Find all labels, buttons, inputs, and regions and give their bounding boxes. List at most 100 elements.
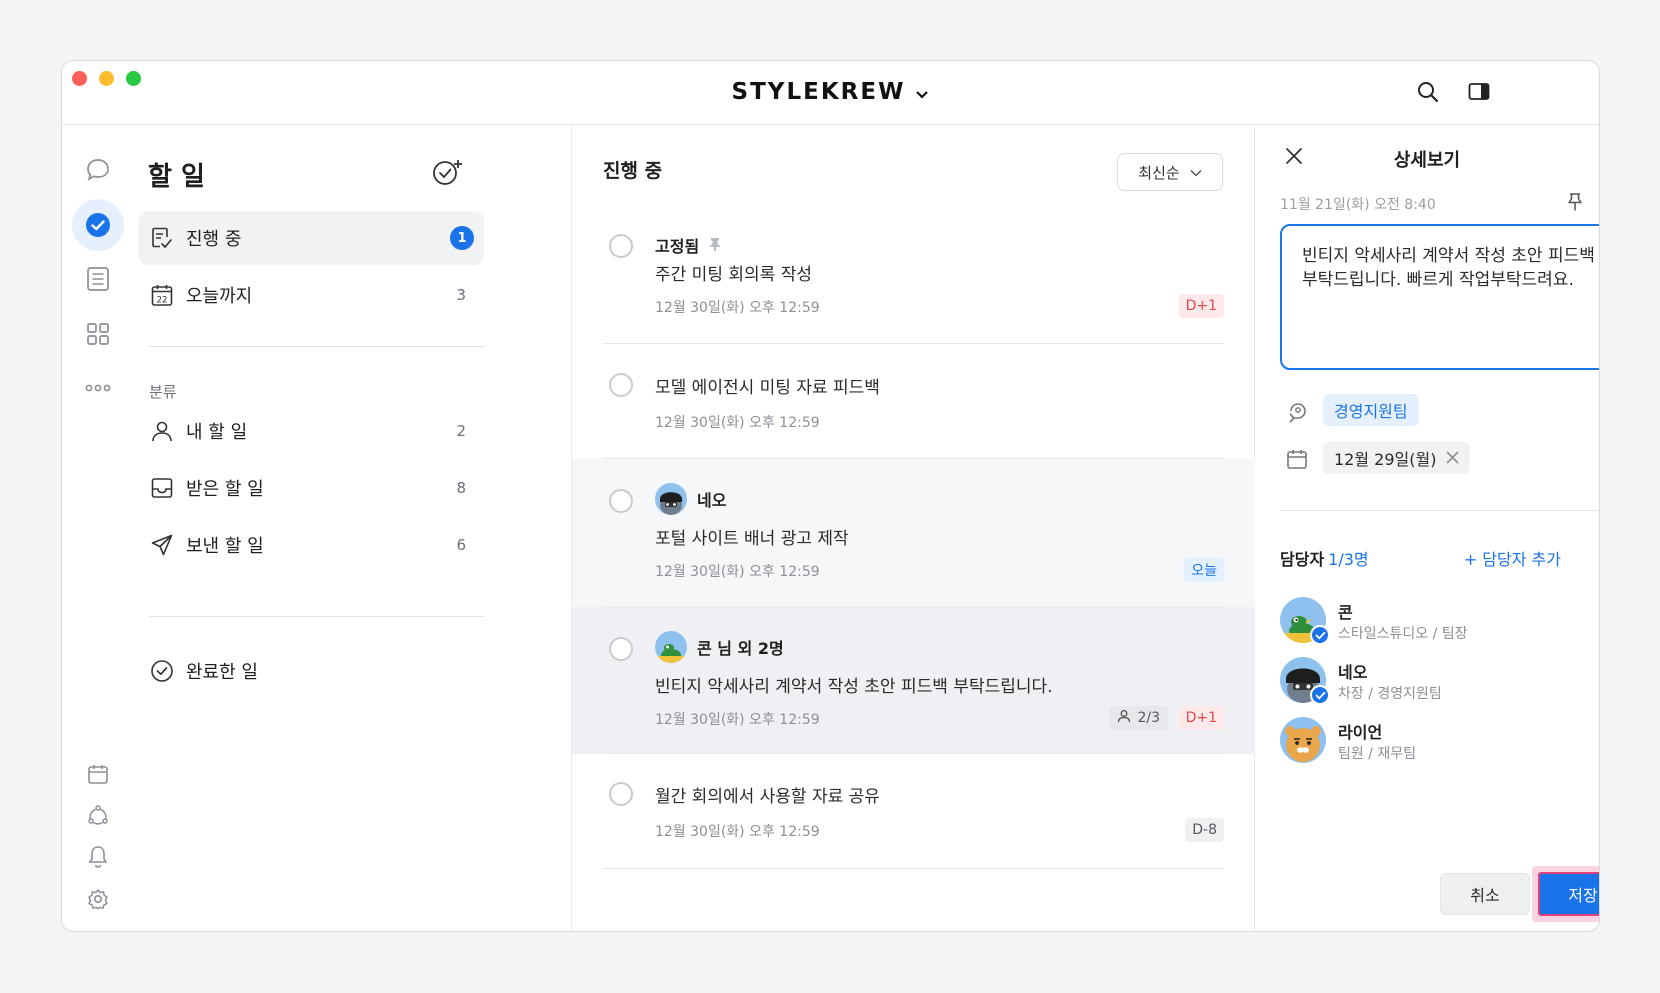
send-icon (150, 533, 174, 557)
list-title: 진행 중 (603, 160, 663, 182)
assignee-item[interactable]: 콘 스타일스튜디오 / 팀장 (1280, 597, 1599, 647)
assignee-item[interactable]: 라이언 팀원 / 재무팀 (1280, 717, 1599, 767)
inbox-icon (150, 476, 174, 500)
ryan-avatar (1280, 717, 1326, 763)
sort-dropdown[interactable]: 최신순 (1117, 153, 1223, 191)
calendar-icon[interactable] (82, 758, 114, 790)
assignee-item[interactable]: 네오 차장 / 경영지원팀 (1280, 657, 1599, 707)
nav-item-my-todos[interactable]: 내 할 일 2 (138, 404, 484, 458)
checklist-icon (150, 226, 174, 250)
user-icon (150, 419, 174, 443)
task-item[interactable]: 고정됨 주간 미팅 회의록 작성 12월 30일(화) 오후 12:59 D+1 (572, 206, 1255, 344)
clear-date-icon[interactable] (1446, 449, 1459, 468)
task-checkbox[interactable] (609, 489, 633, 513)
task-item[interactable]: 월간 회의에서 사용할 자료 공유 12월 30일(화) 오후 12:59 D-… (572, 754, 1255, 869)
divider (149, 616, 484, 617)
nav-item-label: 받은 할 일 (186, 479, 264, 500)
nav-item-received[interactable]: 받은 할 일 8 (138, 461, 484, 515)
pin-icon (709, 236, 721, 255)
task-checkbox[interactable] (609, 234, 633, 258)
nav-item-sent[interactable]: 보낸 할 일 6 (138, 518, 484, 572)
detail-body-editor[interactable]: 빈티지 악세사리 계약서 작성 초안 피드백 부탁드립니다. 빠르게 작업부탁드… (1280, 224, 1599, 370)
more-icon[interactable] (1598, 196, 1599, 215)
task-item-selected[interactable]: 콘 님 외 2명 빈티지 악세사리 계약서 작성 초안 피드백 부탁드립니다. … (572, 607, 1255, 754)
nav-item-label: 내 할 일 (186, 422, 248, 443)
cancel-button[interactable]: 취소 (1440, 873, 1530, 915)
due-badge: D+1 (1178, 706, 1224, 730)
app-window: STYLEKREW 할 일 진행 중 1 22 오늘까지 3 분류 내 할 일 … (61, 60, 1600, 932)
task-item[interactable]: 네오 포털 사이트 배너 광고 제작 12월 30일(화) 오후 12:59 오… (572, 459, 1255, 607)
assignee-name: 콘 (1338, 603, 1353, 622)
nav-item-due-today[interactable]: 22 오늘까지 3 (138, 268, 484, 322)
divider (1280, 510, 1599, 511)
svg-text:22: 22 (157, 296, 168, 306)
nav-item-label: 오늘까지 (186, 286, 253, 307)
calendar-day-icon: 22 (150, 283, 174, 307)
gear-icon[interactable] (82, 883, 114, 915)
task-checkbox[interactable] (609, 637, 633, 661)
team-chip[interactable]: 경영지원팀 (1323, 394, 1419, 426)
assignee-count: 1/3명 (1328, 550, 1369, 569)
panel-toggle-icon[interactable] (1464, 77, 1494, 107)
bell-icon[interactable] (82, 841, 114, 873)
detail-title: 상세보기 (1393, 150, 1461, 171)
assignee-role: 스타일스튜디오 / 팀장 (1338, 626, 1468, 642)
nav-item-in-progress[interactable]: 진행 중 1 (138, 211, 484, 265)
check-icon (1310, 625, 1330, 645)
more-icon[interactable] (82, 372, 114, 404)
task-checkbox[interactable] (609, 373, 633, 397)
nav-item-label: 진행 중 (186, 229, 242, 250)
assignee-name: 네오 (1338, 663, 1368, 682)
apps-grid-icon[interactable] (82, 318, 114, 350)
check-circle-icon (150, 659, 174, 683)
assignee-header: 담당자 1/3명 (1280, 546, 1369, 570)
count-text: 2 (456, 422, 466, 440)
count-text: 6 (456, 536, 466, 554)
nav-item-label: 보낸 할 일 (186, 536, 264, 557)
sort-label: 최신순 (1138, 163, 1180, 182)
chat-icon[interactable] (82, 154, 114, 186)
nav-item-completed[interactable]: 완료한 일 (138, 644, 484, 698)
task-title: 주간 미팅 회의록 작성 (655, 265, 812, 285)
task-date: 12월 30일(화) 오후 12:59 (655, 300, 820, 316)
assign-team-icon (1286, 399, 1310, 427)
assignee-role: 팀원 / 재무팀 (1338, 746, 1417, 762)
count-text: 3 (456, 286, 466, 304)
todo-nav-panel: 할 일 진행 중 1 22 오늘까지 3 분류 내 할 일 2 받은 할 일 8… (138, 126, 572, 931)
task-date: 12월 30일(화) 오후 12:59 (655, 712, 820, 728)
todo-icon[interactable] (72, 199, 124, 251)
share-flow-icon[interactable] (82, 799, 114, 831)
add-assignee-button[interactable]: + 담당자 추가 (1464, 546, 1561, 570)
due-date-chip[interactable]: 12월 29일(월) (1323, 442, 1471, 474)
task-title: 포털 사이트 배너 광고 제작 (655, 529, 849, 549)
search-icon[interactable] (1413, 77, 1443, 107)
app-rail (62, 126, 142, 931)
assignee-progress: 2/3 (1109, 706, 1168, 730)
progress-text: 2/3 (1137, 710, 1160, 726)
document-icon[interactable] (82, 263, 114, 295)
task-date: 12월 30일(화) 오후 12:59 (655, 415, 820, 431)
task-title: 빈티지 악세사리 계약서 작성 초안 피드백 부탁드립니다. (655, 677, 1053, 697)
task-date: 12월 30일(화) 오후 12:59 (655, 824, 820, 840)
task-checkbox[interactable] (609, 782, 633, 806)
task-date: 12월 30일(화) 오후 12:59 (655, 564, 820, 580)
detail-timestamp: 11월 21일(화) 오전 8:40 (1280, 197, 1436, 213)
task-item[interactable]: 모델 에이전시 미팅 자료 피드백 12월 30일(화) 오후 12:59 (572, 344, 1255, 459)
workspace-switcher[interactable]: STYLEKREW (62, 79, 1599, 106)
pinned-label: 고정됨 (655, 237, 700, 256)
chevron-down-icon (915, 80, 929, 106)
nav-item-label: 완료한 일 (186, 662, 258, 683)
calendar-icon (1286, 448, 1308, 474)
chevron-down-icon (1190, 163, 1202, 181)
user-icon (1117, 709, 1131, 727)
save-button[interactable]: 저장 (1538, 872, 1599, 916)
save-button-highlight: 저장 (1532, 866, 1599, 922)
brand-logo: STYLEKREW (731, 79, 906, 105)
count-badge: 1 (450, 226, 474, 250)
pin-icon[interactable] (1567, 192, 1583, 216)
due-badge: D+1 (1178, 294, 1224, 318)
add-todo-icon[interactable] (432, 158, 464, 190)
task-title: 월간 회의에서 사용할 자료 공유 (655, 787, 880, 807)
assignee-label: 담당자 (1280, 550, 1325, 569)
task-owner: 콘 님 외 2명 (697, 639, 784, 658)
